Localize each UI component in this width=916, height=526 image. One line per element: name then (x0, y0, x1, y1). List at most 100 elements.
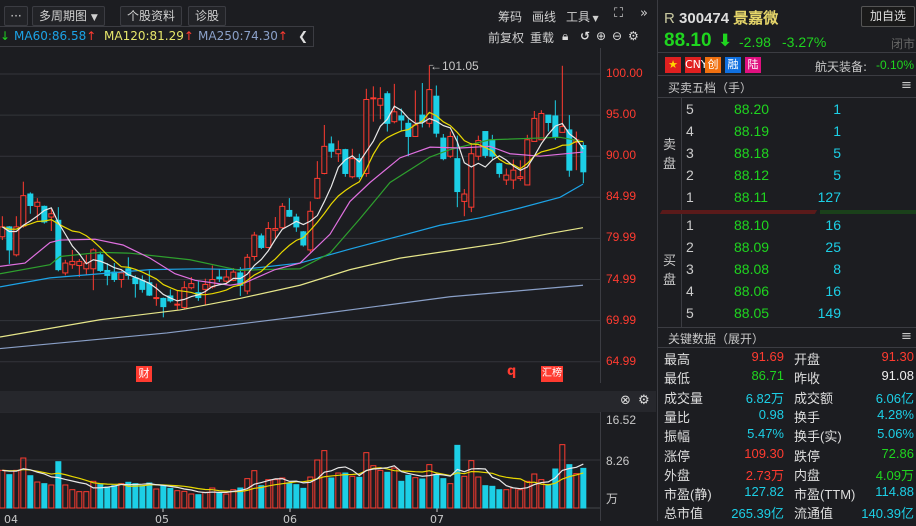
keydata-value: 6.82万 (745, 390, 784, 406)
lock-icon[interactable]: 🔒︎ (562, 29, 568, 44)
zoom-in-icon[interactable]: ⊕ (596, 29, 606, 43)
volume-bar-up (69, 489, 76, 509)
market-prefix: R (664, 10, 675, 27)
volume-bar-down (440, 478, 447, 509)
candle-up (188, 283, 195, 289)
undo-icon[interactable]: ↺ (580, 29, 590, 43)
volume-bar-up (223, 493, 230, 509)
volume-bar-up (83, 491, 90, 509)
candle-up (48, 213, 55, 218)
keydata-label: 外盘 (664, 467, 691, 483)
keydata-value: 72.86 (881, 445, 914, 461)
last-price: 88.10 (664, 30, 712, 51)
keydata-label: 市盈(TTM) (794, 487, 856, 503)
ma5-line (2, 105, 584, 302)
diagnose-button[interactable]: 诊股 (188, 6, 227, 26)
candle-down (566, 129, 573, 171)
volume: 8 (833, 261, 841, 277)
tools-button[interactable]: 工具 ▼ (566, 8, 599, 25)
sell-strength-bar (659, 210, 818, 214)
ask-row[interactable]: 1 88.11 127 (686, 187, 916, 209)
volume: 5 (833, 167, 841, 183)
candle-down (482, 131, 489, 156)
event-badge-q[interactable]: q (507, 364, 516, 379)
stock-title: R 300474 景嘉微 (664, 7, 778, 28)
gear-icon[interactable]: ⚙ (628, 29, 639, 43)
candle-up (34, 201, 41, 207)
draw-line-button[interactable]: 画线 (532, 8, 556, 25)
volume-bar-down (6, 474, 13, 509)
volume-bar-up (468, 460, 475, 509)
gear-icon[interactable]: ⚙ (638, 393, 650, 408)
sector-label[interactable]: 航天装备: (815, 58, 867, 75)
volume-bar-up (531, 473, 538, 509)
candle-down (398, 115, 405, 121)
candle-up (202, 283, 209, 290)
close-icon[interactable]: ⊗ (620, 393, 631, 408)
divider (658, 52, 916, 53)
reload-button[interactable]: 重载 (530, 29, 554, 46)
volume-bar-up (118, 483, 125, 509)
price-tick: 84.99 (606, 189, 637, 204)
keydata-title[interactable]: 关键数据（展开） (668, 330, 764, 347)
up-arrow-icon: ↑ (183, 29, 194, 43)
volume-bar-up (412, 477, 419, 509)
bid-row[interactable]: 3 88.08 8 (686, 259, 916, 281)
axis-divider (600, 412, 601, 521)
multi-period-button[interactable]: 多周期图 ▼ (32, 6, 105, 26)
volume: 1 (833, 101, 841, 117)
collapse-legend-icon[interactable]: ❮ (298, 29, 308, 43)
candle-down (216, 276, 223, 280)
candle-up (314, 177, 321, 199)
candle-down (328, 143, 335, 152)
chinext-tag: 创 (705, 57, 721, 73)
candle-up (503, 174, 510, 181)
ask-row[interactable]: 2 88.12 5 (686, 165, 916, 187)
keydata-label: 最高 (664, 352, 691, 367)
expand-icon[interactable]: ⛶ (614, 6, 623, 21)
volume: 5 (833, 145, 841, 161)
volume-bar-down (258, 485, 265, 509)
adjust-forward-button[interactable]: 前复权 (488, 29, 524, 46)
candle-down (496, 163, 503, 174)
volume-bar-down (146, 482, 153, 509)
volume-bar-up (517, 489, 524, 509)
event-badge-finance[interactable]: 财 (136, 366, 152, 382)
zoom-out-icon[interactable]: ⊖ (612, 29, 622, 43)
volume-ma10-line (2, 467, 584, 493)
chips-button[interactable]: 筹码 (498, 8, 522, 25)
volume-bar-down (342, 472, 349, 509)
double-chevron-right-icon[interactable]: » (640, 6, 648, 21)
bid-row[interactable]: 2 88.09 25 (686, 237, 916, 259)
stock-info-button[interactable]: 个股资料 (120, 6, 183, 26)
volume-bar-up (174, 490, 181, 509)
add-watchlist-button[interactable]: 加自选 (861, 6, 915, 27)
volume-bar-down (405, 474, 412, 509)
max-price-annotation: ←101.05 (430, 59, 479, 73)
keydata-label: 涨停 (664, 448, 691, 464)
sell-label: 卖盘 (663, 138, 677, 172)
more-button[interactable]: ··· (4, 6, 28, 26)
ask-row[interactable]: 4 88.19 1 (686, 121, 916, 143)
up-arrow-icon: ↑ (86, 29, 97, 43)
candle-up (62, 262, 69, 274)
ask-row[interactable]: 5 88.20 1 (686, 99, 916, 121)
price-tick: 95.00 (606, 107, 637, 122)
volume-bar-up (461, 475, 468, 509)
bid-row[interactable]: 1 88.10 16 (686, 215, 916, 237)
x-label: 06 (283, 513, 297, 526)
volume-bar-up (202, 491, 209, 509)
bid-row[interactable]: 5 88.05 149 (686, 303, 916, 325)
candle-down (286, 209, 293, 217)
x-label: 07 (430, 513, 444, 526)
menu-icon[interactable]: ≡ (901, 78, 912, 93)
bid-row[interactable]: 4 88.06 16 (686, 281, 916, 303)
menu-icon[interactable]: ≡ (901, 329, 912, 344)
ask-row[interactable]: 3 88.18 5 (686, 143, 916, 165)
candle-up (251, 234, 258, 257)
event-badge-dragon-tiger[interactable]: 汇榜 (541, 366, 563, 382)
keydata-value: 109.30 (744, 445, 784, 461)
volume-chart[interactable] (0, 412, 600, 521)
candlestick-chart[interactable] (0, 48, 600, 385)
volume: 127 (817, 189, 841, 205)
